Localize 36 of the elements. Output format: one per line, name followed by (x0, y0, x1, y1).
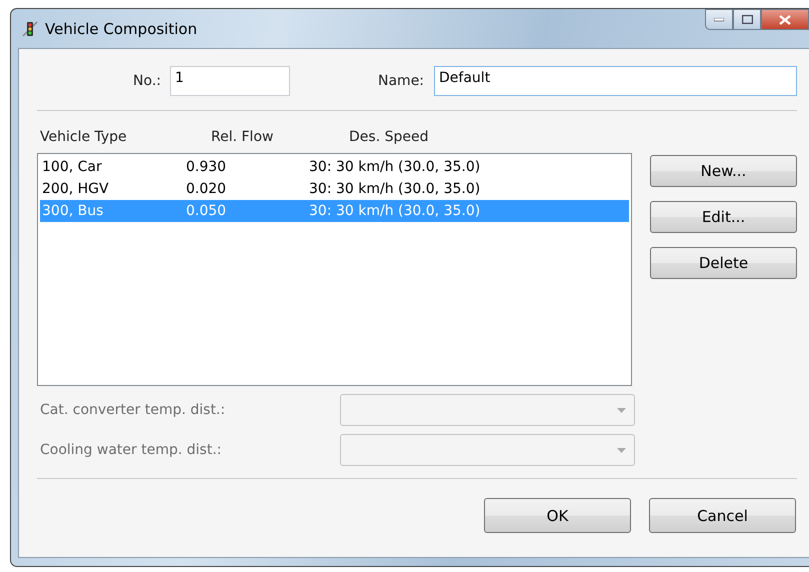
row-cell-text: 200, HGV (42, 181, 110, 197)
column-header: Vehicle Type (40, 129, 128, 147)
row-cell: 30: 30 km/h (30.0, 35.0) (309, 203, 480, 219)
row-cell: 30: 30 km/h (30.0, 35.0) (309, 159, 480, 175)
dialog-button[interactable]: Cancel (649, 498, 796, 533)
dropdown-arrow-icon (617, 408, 626, 412)
dropdown-label: Cooling water temp. dist.: (39, 442, 222, 458)
list-row[interactable]: 100, Car 0.930 30: 30 km/h (30.0, 35.0) (40, 156, 629, 178)
side-button[interactable]: New... (650, 155, 797, 187)
dialog-button[interactable]: OK (484, 498, 631, 533)
column-header: Rel. Flow (211, 129, 274, 147)
number-field[interactable]: 1 (170, 66, 290, 96)
column-header: Des. Speed (349, 129, 428, 147)
vehicle-list[interactable]: 100, Car 0.930 30: 30 km/h (30.0, 35.0) 200, HGV 0.020 30: 30 km/h (30.0, 35.0) 300, Bus 0.050 30: 30 km/h (30.0, 35.0) (37, 153, 632, 386)
side-button[interactable]: Edit... (650, 201, 797, 233)
dropdown-arrow-icon (617, 448, 626, 452)
row-cell: 30: 30 km/h (30.0, 35.0) (309, 181, 480, 197)
list-row[interactable]: 200, HGV 0.020 30: 30 km/h (30.0, 35.0) (40, 178, 629, 200)
close-button[interactable] (761, 9, 809, 30)
dropdown-label: Cat. converter temp. dist.: (39, 402, 226, 418)
name-label: Name: (378, 73, 424, 89)
row-cell-text: 100, Car (42, 159, 103, 175)
minimize-icon (714, 18, 724, 22)
name-field[interactable]: Default (434, 66, 797, 96)
row-cell-text: 0.930 (186, 159, 228, 175)
side-button[interactable]: Delete (650, 247, 797, 279)
window-title: Vehicle Composition (45, 20, 198, 38)
minimize-button[interactable] (705, 9, 733, 30)
close-icon (779, 14, 791, 24)
number-label: No.: (132, 73, 161, 89)
traffic-light-icon (21, 20, 39, 38)
row-cell-text: 0.050 (186, 203, 228, 219)
row-cell-text: 0.020 (186, 181, 228, 197)
maximize-icon (742, 15, 752, 24)
maximize-button[interactable] (733, 9, 761, 30)
row-cell-text: 300, Bus (42, 203, 104, 219)
